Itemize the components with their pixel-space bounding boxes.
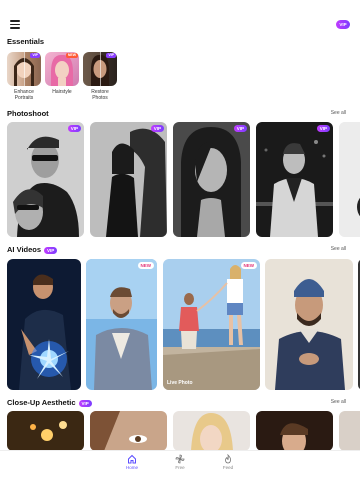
essential-enhance-portraits[interactable]: VIP Enhance Portraits — [7, 52, 41, 101]
video-thumbnail — [265, 259, 353, 390]
closeup-image — [256, 411, 333, 451]
photoshoot-card[interactable]: VIP — [90, 122, 167, 237]
essential-label: Enhance Portraits — [14, 89, 34, 101]
closeup-card[interactable] — [7, 411, 84, 451]
essentials-title: Essentials — [7, 37, 45, 46]
closeup-card[interactable] — [90, 411, 167, 451]
ai-videos-title-text: AI Videos — [7, 245, 42, 254]
closeup-see-all[interactable]: See all — [331, 399, 346, 405]
video-thumbnail — [163, 259, 260, 390]
closeup-image — [7, 411, 84, 451]
vip-badge: VIP — [67, 125, 81, 132]
closeup-title-text: Close-Up Aesthetic — [7, 398, 76, 407]
nav-feed[interactable]: Feed — [213, 454, 243, 470]
ai-video-card[interactable] — [265, 259, 353, 390]
closeup-card[interactable] — [256, 411, 333, 451]
enhance-portraits-thumb: VIP — [7, 52, 41, 86]
photoshoot-card[interactable]: VIP — [7, 122, 84, 237]
vip-button[interactable]: VIP — [336, 20, 350, 29]
nav-free[interactable]: Free — [165, 454, 195, 470]
ai-videos-see-all[interactable]: See all — [331, 246, 346, 252]
photo-image — [7, 122, 84, 237]
vip-badge: VIP — [233, 125, 247, 132]
home-icon — [128, 454, 136, 464]
closeup-card[interactable] — [339, 411, 360, 451]
pinwheel-icon — [175, 454, 185, 464]
hairstyle-thumb: NEW — [45, 52, 79, 86]
closeup-image — [173, 411, 250, 451]
top-bar: VIP — [0, 0, 360, 36]
photo-image — [90, 122, 167, 237]
flame-icon — [225, 454, 231, 464]
live-photo-label: Live Photo — [167, 380, 193, 386]
closeup-title: Close-Up Aesthetic VIP — [7, 398, 92, 407]
nav-feed-label: Feed — [222, 465, 234, 470]
ai-video-card[interactable]: NEW — [86, 259, 157, 390]
nav-home[interactable]: Home — [117, 454, 147, 470]
vip-badge: VIP — [150, 125, 164, 132]
essential-label: Hairstyle — [52, 89, 72, 95]
vip-badge: VIP — [44, 246, 58, 254]
photo-image — [339, 122, 360, 237]
photoshoot-card[interactable]: VIP — [256, 122, 333, 237]
photo-image — [173, 122, 250, 237]
essential-label: Restore Photos — [91, 89, 109, 101]
video-thumbnail — [86, 259, 157, 390]
vip-badge: VIP — [78, 399, 92, 407]
closeup-image — [90, 411, 167, 451]
nav-home-label: Home — [125, 465, 138, 470]
essential-hairstyle[interactable]: NEW Hairstyle — [45, 52, 79, 95]
ai-videos-title: AI Videos VIP — [7, 245, 58, 254]
new-badge: NEW — [137, 262, 154, 269]
menu-icon[interactable] — [10, 20, 20, 29]
video-thumbnail — [7, 259, 81, 390]
vip-badge: VIP — [316, 125, 330, 132]
photoshoot-title: Photoshoot — [7, 109, 49, 118]
new-badge: NEW — [240, 262, 257, 269]
photoshoot-card[interactable]: VIP — [173, 122, 250, 237]
ai-video-card[interactable]: NEW Live Photo — [163, 259, 260, 390]
photoshoot-see-all[interactable]: See all — [331, 110, 346, 116]
ai-video-card[interactable] — [7, 259, 81, 390]
photo-image — [256, 122, 333, 237]
essential-restore-photos[interactable]: VIP Restore Photos — [83, 52, 117, 101]
nav-free-label: Free — [175, 465, 185, 470]
restore-photos-thumb: VIP — [83, 52, 117, 86]
closeup-card[interactable] — [173, 411, 250, 451]
photoshoot-card[interactable] — [339, 122, 360, 237]
bottom-nav: Home Free Feed — [0, 450, 360, 480]
